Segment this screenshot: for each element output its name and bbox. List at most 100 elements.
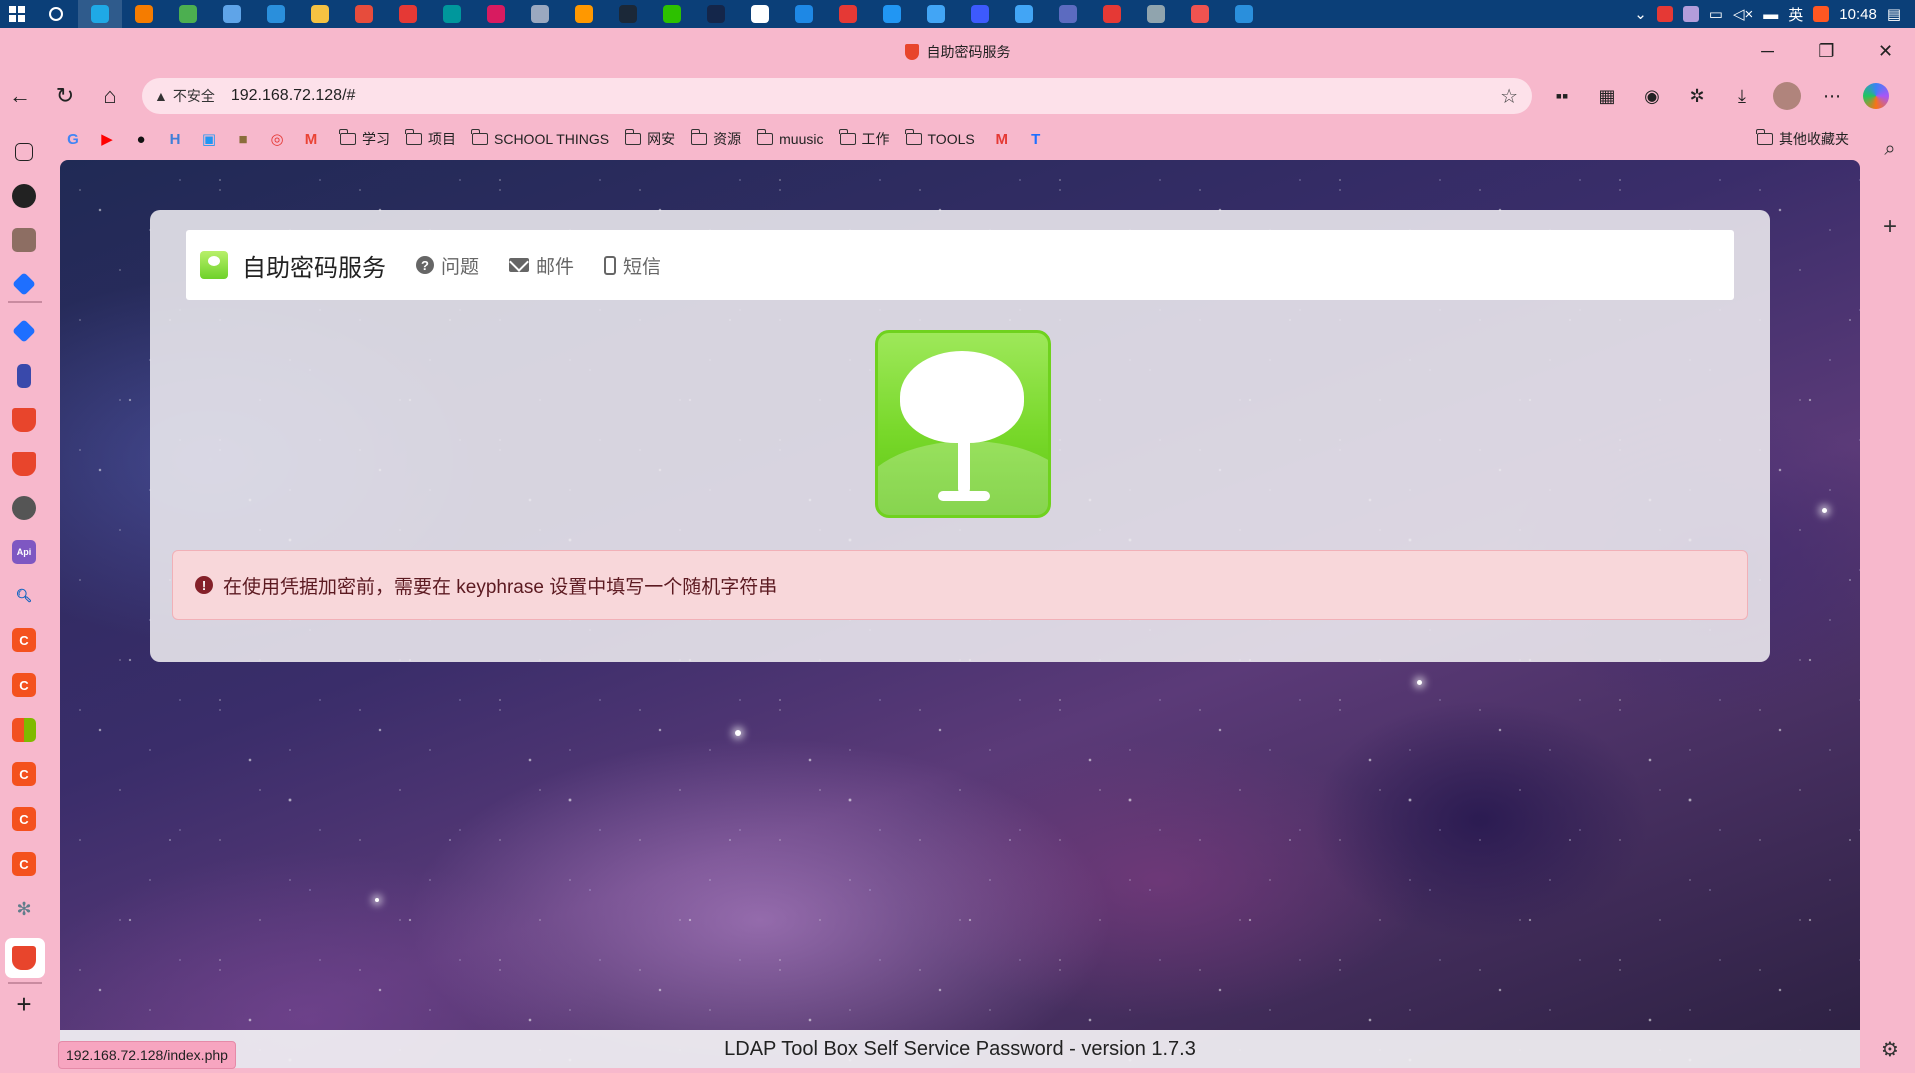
taskbar-app-everything[interactable]	[122, 0, 166, 28]
sogou-icon[interactable]	[1813, 6, 1830, 22]
taskbar-app-app-mon[interactable]	[1046, 0, 1090, 28]
close-icon[interactable]: ✕	[1856, 28, 1915, 74]
tab-app-diamond[interactable]	[12, 272, 36, 296]
bookmark-folder[interactable]: 项目	[405, 129, 456, 149]
pen-icon[interactable]	[1682, 6, 1699, 22]
taskbar-app-app-blue[interactable]	[210, 0, 254, 28]
tab-c-1[interactable]: C	[12, 628, 36, 652]
bookmark-folder[interactable]: SCHOOL THINGS	[471, 129, 609, 149]
taskbar-app-app-tile[interactable]	[1134, 0, 1178, 28]
taskbar-app-app-dark[interactable]	[694, 0, 738, 28]
more-menu-icon[interactable]: ⋯	[1818, 82, 1846, 110]
tab-app-diamond-2[interactable]	[12, 319, 36, 343]
taskbar-app-app-circle[interactable]	[958, 0, 1002, 28]
tab-c-5[interactable]: C	[12, 852, 36, 876]
extensions-puzzle-icon[interactable]: ✲	[1683, 82, 1711, 110]
taskbar-app-edge[interactable]	[78, 0, 122, 28]
minimize-icon[interactable]: ─	[1738, 28, 1797, 74]
bookmark-app-ring-icon[interactable]: ◎	[266, 128, 288, 150]
bookmark-folder[interactable]: muusic	[756, 129, 824, 149]
taskbar-app-vscode[interactable]	[254, 0, 298, 28]
bookmark-bilibili-icon[interactable]: ▣	[198, 128, 220, 150]
copilot-icon[interactable]	[1863, 83, 1889, 109]
back-button[interactable]: ←	[2, 78, 38, 114]
nav-sms[interactable]: 短信	[604, 252, 661, 279]
tray-app-icon[interactable]	[1656, 6, 1673, 22]
taskbar-app-search[interactable]	[34, 0, 78, 28]
bookmark-folder[interactable]: 学习	[339, 129, 390, 149]
taskbar-app-app-bird[interactable]	[914, 0, 958, 28]
tab-search[interactable]: 🔍︎	[12, 584, 36, 608]
gear-icon[interactable]: ⚙	[1877, 1036, 1903, 1062]
taskbar-app-chrome[interactable]	[166, 0, 210, 28]
address-bar[interactable]: ▲ 不安全 192.168.72.128/# ☆	[142, 78, 1532, 114]
taskbar-app-jetbrains[interactable]	[474, 0, 518, 28]
tab-api[interactable]: Api	[12, 540, 36, 564]
tab-github[interactable]	[12, 496, 36, 520]
qr-code-icon[interactable]: ▦	[1593, 82, 1621, 110]
bookmark-folder[interactable]: TOOLS	[904, 129, 975, 149]
taskbar-app-app-bird2[interactable]	[1002, 0, 1046, 28]
other-bookmarks-folder[interactable]: 其他收藏夹	[1756, 124, 1849, 154]
tab-app-r[interactable]	[12, 228, 36, 252]
tab-settings-gear[interactable]: ✻	[12, 897, 36, 921]
bookmark-youtube-icon[interactable]: ▶	[96, 128, 118, 150]
security-indicator[interactable]: ▲ 不安全	[154, 86, 215, 106]
battery-icon[interactable]: ▬	[1763, 6, 1778, 23]
volume-icon[interactable]: ◁×	[1733, 5, 1753, 23]
tab-c-4[interactable]: C	[12, 807, 36, 831]
bookmark-app-translate-icon[interactable]: T	[1025, 128, 1047, 150]
profile-avatar[interactable]	[1773, 82, 1801, 110]
taskbar-app-steam[interactable]	[606, 0, 650, 28]
notification-icon[interactable]: ▤	[1887, 5, 1901, 23]
bookmark-app-pic-icon[interactable]: ■	[232, 128, 254, 150]
bookmark-folder[interactable]: 资源	[690, 129, 741, 149]
brand-title[interactable]: 自助密码服务	[242, 248, 386, 283]
ime-indicator[interactable]: 英	[1788, 4, 1803, 25]
home-button[interactable]: ⌂	[92, 78, 128, 114]
tab-ssp-2[interactable]	[12, 452, 36, 476]
tab-app-doc[interactable]	[17, 364, 31, 388]
taskbar-app-netease-music[interactable]	[826, 0, 870, 28]
bookmark-folder[interactable]: 工作	[838, 129, 890, 149]
tab-chatgpt[interactable]	[12, 184, 36, 208]
chevron-up-icon[interactable]: ⌄	[1634, 5, 1647, 23]
taskbar-app-arduino[interactable]	[430, 0, 474, 28]
tab-microsoft[interactable]	[12, 718, 36, 742]
tab-ssp-1[interactable]	[12, 408, 36, 432]
tab-ssp-active[interactable]	[12, 946, 36, 970]
extension-icon[interactable]: ▪▪	[1548, 82, 1576, 110]
taskbar-app-app-red[interactable]	[1090, 0, 1134, 28]
bookmark-app-h-icon[interactable]: H	[164, 128, 186, 150]
new-tab-plus-icon[interactable]: +	[12, 989, 36, 1019]
bookmark-gmail-icon[interactable]: M	[300, 128, 322, 150]
tab-c-3[interactable]: C	[12, 762, 36, 786]
nav-question[interactable]: ? 问题	[416, 252, 479, 279]
url-text[interactable]: 192.168.72.128/#	[231, 87, 356, 105]
taskbar-app-app-gray[interactable]	[518, 0, 562, 28]
taskbar-app-explorer[interactable]	[298, 0, 342, 28]
downloads-icon[interactable]: ⤓	[1728, 82, 1756, 110]
bookmark-app-m-icon[interactable]: M	[991, 128, 1013, 150]
taskbar-app-app-swirl[interactable]	[1178, 0, 1222, 28]
favorite-star-icon[interactable]: ☆	[1500, 84, 1518, 109]
taskbar-app-vscode2[interactable]	[1222, 0, 1266, 28]
reload-button[interactable]: ↻	[47, 78, 83, 114]
taskbar-app-app-v[interactable]	[782, 0, 826, 28]
nav-mail[interactable]: 邮件	[509, 252, 574, 279]
bookmark-folder[interactable]: 网安	[624, 129, 675, 149]
restore-icon[interactable]: ❐	[1797, 28, 1856, 74]
bookmark-github-icon[interactable]: ●	[130, 128, 152, 150]
extension-globe-icon[interactable]: ◉	[1638, 82, 1666, 110]
add-plus-icon[interactable]: +	[1877, 213, 1903, 240]
taskbar-app-xmind[interactable]	[386, 0, 430, 28]
network-icon[interactable]: ▭	[1709, 5, 1723, 23]
start-button[interactable]	[0, 0, 34, 28]
bookmark-google-icon[interactable]: G	[62, 128, 84, 150]
taskbar-app-app-b[interactable]	[870, 0, 914, 28]
taskbar-app-typora[interactable]	[738, 0, 782, 28]
search-icon[interactable]: ⌕	[1877, 136, 1903, 162]
taskbar-app-wechat[interactable]	[650, 0, 694, 28]
clock[interactable]: 10:48	[1839, 6, 1877, 23]
taskbar-app-app-orange[interactable]	[562, 0, 606, 28]
